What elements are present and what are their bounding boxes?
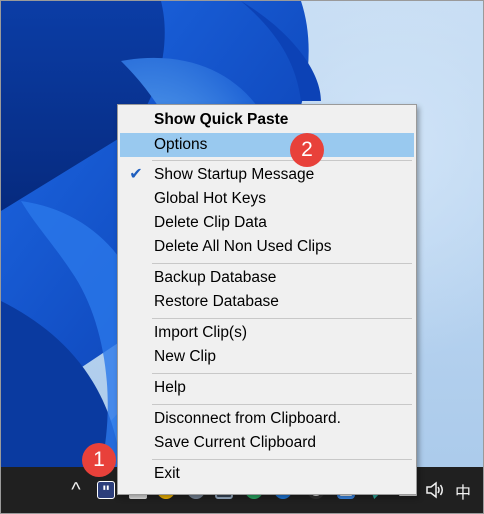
menu-item-label: Delete All Non Used Clips — [154, 238, 332, 255]
menu-item-show-startup-message[interactable]: ✔ Show Startup Message — [120, 163, 414, 187]
step-badge-1: 1 — [82, 443, 116, 477]
menu-separator — [152, 373, 412, 374]
menu-item-label: Options — [154, 136, 208, 153]
show-hidden-icons-chevron-icon[interactable]: ^ — [63, 477, 89, 503]
menu-item-backup-database[interactable]: Backup Database — [120, 266, 414, 290]
menu-item-label: Exit — [154, 465, 180, 482]
menu-separator — [152, 459, 412, 460]
input-language-indicator[interactable]: 中 — [455, 479, 471, 503]
menu-item-restore-database[interactable]: Restore Database — [120, 290, 414, 314]
ditto-context-menu: Show Quick Paste Options ✔ Show Startup … — [117, 104, 417, 495]
menu-item-label: Show Quick Paste — [154, 111, 289, 128]
menu-item-show-quick-paste[interactable]: Show Quick Paste — [120, 108, 414, 132]
menu-item-label: Backup Database — [154, 269, 277, 286]
menu-item-delete-all-non-used-clips[interactable]: Delete All Non Used Clips — [120, 235, 414, 259]
menu-separator — [152, 160, 412, 161]
menu-item-label: New Clip — [154, 348, 217, 365]
menu-item-delete-clip-data[interactable]: Delete Clip Data — [120, 211, 414, 235]
menu-separator — [152, 318, 412, 319]
ditto-tray-icon[interactable]: " — [97, 481, 115, 501]
menu-item-label: Disconnect from Clipboard. — [154, 410, 341, 427]
menu-item-label: Help — [154, 379, 186, 396]
checkmark-icon: ✔ — [129, 166, 143, 183]
menu-item-label: Show Startup Message — [154, 166, 315, 183]
menu-item-new-clip[interactable]: New Clip — [120, 345, 414, 369]
menu-item-label: Delete Clip Data — [154, 214, 267, 231]
menu-item-disconnect-from-clipboard[interactable]: Disconnect from Clipboard. — [120, 407, 414, 431]
step-badge-2: 2 — [290, 133, 324, 167]
menu-item-global-hot-keys[interactable]: Global Hot Keys — [120, 187, 414, 211]
menu-separator — [152, 263, 412, 264]
menu-item-import-clips[interactable]: Import Clip(s) — [120, 321, 414, 345]
menu-item-label: Save Current Clipboard — [154, 434, 316, 451]
menu-item-options[interactable]: Options — [120, 133, 414, 157]
desktop-screen: ^ " 中 Show Quick Paste Options ✔ Show St… — [0, 0, 484, 514]
menu-item-save-current-clipboard[interactable]: Save Current Clipboard — [120, 431, 414, 455]
menu-item-label: Restore Database — [154, 293, 279, 310]
menu-item-label: Global Hot Keys — [154, 190, 266, 207]
menu-separator — [152, 404, 412, 405]
volume-tray-icon[interactable] — [425, 481, 445, 499]
menu-item-exit[interactable]: Exit — [120, 462, 414, 486]
menu-item-help[interactable]: Help — [120, 376, 414, 400]
menu-item-label: Import Clip(s) — [154, 324, 248, 341]
